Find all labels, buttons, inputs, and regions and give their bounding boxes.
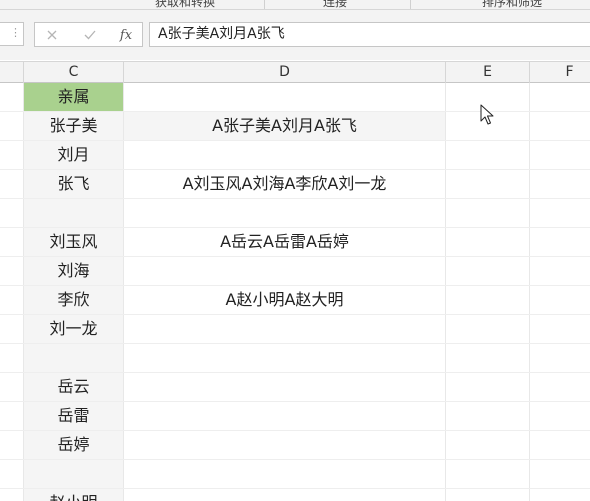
table-row: 亲属: [0, 83, 590, 112]
mouse-pointer-icon: [480, 104, 494, 125]
cell-c[interactable]: 刘月: [24, 141, 123, 169]
table-row: 刘海: [0, 257, 590, 286]
formula-bar: ⋮ fx A张子美A刘月A张飞: [0, 10, 590, 60]
ribbon-group-labels: 获取和转换 连接 排序和筛选: [0, 0, 590, 10]
cell-c[interactable]: [24, 460, 123, 488]
cell-c-header[interactable]: 亲属: [24, 83, 123, 111]
column-header-c[interactable]: C: [24, 62, 124, 83]
name-box-resize-handle[interactable]: ⋮: [10, 26, 21, 40]
column-header-f[interactable]: F: [530, 62, 590, 83]
cell-c[interactable]: 刘海: [24, 257, 123, 285]
cell-c[interactable]: 李欣: [24, 286, 123, 314]
table-row: 刘玉风 A岳云A岳雷A岳婷: [0, 228, 590, 257]
cell-d[interactable]: A岳云A岳雷A岳婷: [124, 228, 445, 256]
cell-c[interactable]: 赵小明: [24, 489, 123, 501]
cell-d[interactable]: A赵小明A赵大明: [124, 286, 445, 314]
cell-d[interactable]: A刘玉风A刘海A李欣A刘一龙: [124, 170, 445, 198]
cell-c[interactable]: [24, 199, 123, 227]
formula-input[interactable]: A张子美A刘月A张飞: [149, 22, 590, 47]
column-header-e[interactable]: E: [446, 62, 530, 83]
table-row: 张飞 A刘玉风A刘海A李欣A刘一龙: [0, 170, 590, 199]
fx-label: fx: [119, 27, 133, 43]
cell-d[interactable]: [124, 344, 445, 372]
cell-c[interactable]: 岳云: [24, 373, 123, 401]
cancel-icon[interactable]: [41, 26, 63, 44]
cell-d[interactable]: [124, 460, 445, 488]
cell-d[interactable]: [124, 402, 445, 430]
cell-c[interactable]: 岳婷: [24, 431, 123, 459]
enter-check-icon[interactable]: [79, 26, 101, 44]
cell-d-selected[interactable]: A张子美A刘月A张飞: [124, 112, 445, 140]
cell-c[interactable]: 刘玉风: [24, 228, 123, 256]
table-row: 岳雷: [0, 402, 590, 431]
table-row: 岳婷: [0, 431, 590, 460]
ribbon-group-get-transform[interactable]: 获取和转换: [155, 0, 215, 9]
formula-buttons: fx: [34, 22, 143, 47]
column-header-d[interactable]: D: [124, 62, 446, 83]
column-header-row: C D E F: [0, 61, 590, 83]
insert-function-icon[interactable]: fx: [115, 26, 137, 44]
column-header-b-partial[interactable]: [0, 62, 24, 83]
cell-d[interactable]: [124, 83, 445, 111]
cell-d[interactable]: [124, 141, 445, 169]
spreadsheet-window: 获取和转换 连接 排序和筛选 ⋮ fx A张子美A刘月A张飞 C D E F 亲…: [0, 0, 590, 501]
cell-d[interactable]: [124, 373, 445, 401]
cell-grid[interactable]: 亲属 张子美 A张子美A刘月A张飞 刘月 张飞 A刘玉风A刘海A李欣A刘一龙 刘…: [0, 83, 590, 501]
cell-d[interactable]: [124, 199, 445, 227]
table-row: 岳云: [0, 373, 590, 402]
cell-c[interactable]: 刘一龙: [24, 315, 123, 343]
table-row: 刘一龙: [0, 315, 590, 344]
cell-d[interactable]: [124, 257, 445, 285]
cell-d[interactable]: [124, 431, 445, 459]
table-row: [0, 460, 590, 489]
table-row: 赵小明: [0, 489, 590, 501]
table-row: [0, 344, 590, 373]
table-row: [0, 199, 590, 228]
cell-d[interactable]: [124, 489, 445, 501]
ribbon-group-connections[interactable]: 连接: [323, 0, 347, 9]
table-row: 刘月: [0, 141, 590, 170]
ribbon-group-sort-filter[interactable]: 排序和筛选: [482, 0, 542, 9]
cell-c[interactable]: 张子美: [24, 112, 123, 140]
table-row: 张子美 A张子美A刘月A张飞: [0, 112, 590, 141]
ribbon-separator: [264, 0, 265, 9]
ribbon-separator: [410, 0, 411, 9]
cell-c[interactable]: 岳雷: [24, 402, 123, 430]
table-row: 李欣 A赵小明A赵大明: [0, 286, 590, 315]
cell-d[interactable]: [124, 315, 445, 343]
cell-c[interactable]: 张飞: [24, 170, 123, 198]
cell-c[interactable]: [24, 344, 123, 372]
